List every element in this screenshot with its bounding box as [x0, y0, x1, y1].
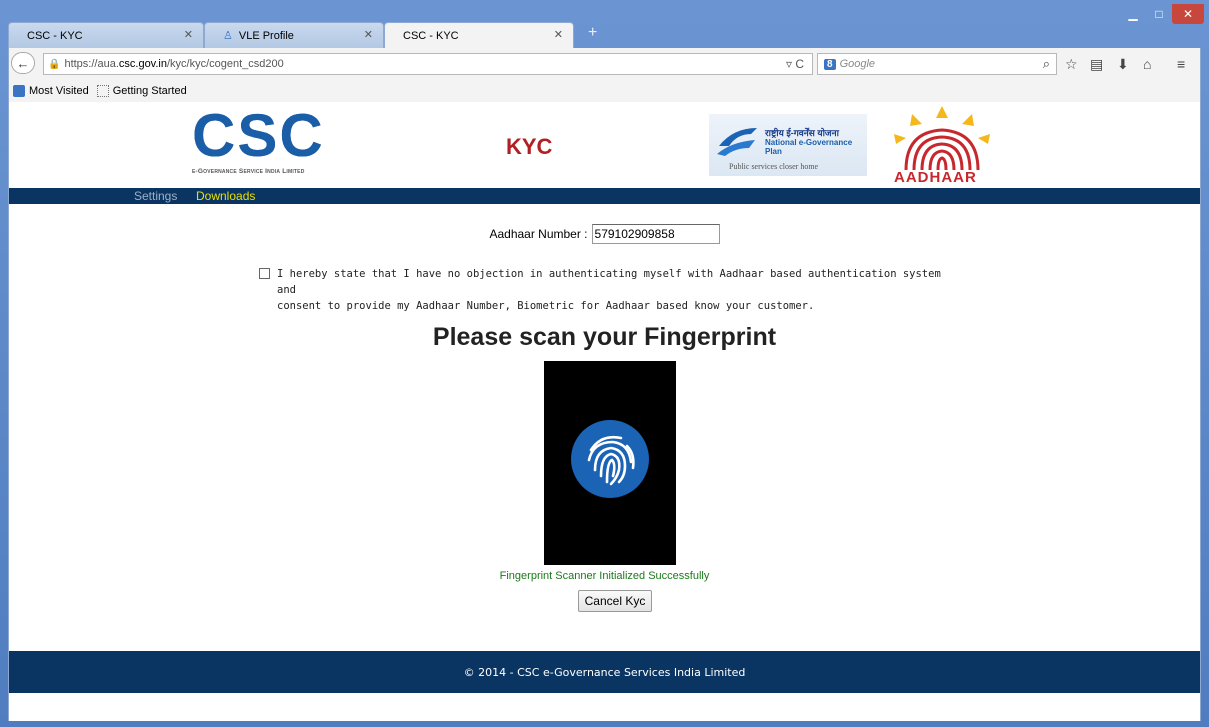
csc-logo-letter: C — [192, 102, 235, 169]
browser-window: ▁ □ ✕ CSC - KYC ✕ ♙ VLE Profile ✕ CSC - … — [0, 0, 1209, 727]
close-tab-icon[interactable]: ✕ — [184, 28, 193, 41]
url-path: /kyc/kyc/cogent_csd200 — [166, 58, 284, 70]
aadhaar-number-label: Aadhaar Number : — [489, 227, 588, 241]
fingerprint-scanner-preview — [544, 361, 676, 565]
google-icon: 8 — [824, 58, 836, 70]
csc-logo-letter: S — [237, 102, 277, 169]
tab-strip: CSC - KYC ✕ ♙ VLE Profile ✕ CSC - KYC ✕ … — [8, 22, 1008, 48]
egov-mark-icon — [717, 128, 757, 156]
page-icon — [96, 85, 109, 97]
site-nav: Settings Downloads — [9, 188, 1200, 204]
tab-csc-kyc-active[interactable]: CSC - KYC ✕ — [384, 22, 574, 48]
navigation-bar: ← 🔒 https://aua. csc.gov.in/kyc/kyc/cogen… — [8, 48, 1201, 80]
consent-checkbox[interactable] — [259, 268, 270, 279]
tab-title: CSC - KYC — [403, 29, 459, 42]
egov-english-text: National e-Governance Plan — [765, 138, 853, 156]
close-window-button[interactable]: ✕ — [1172, 4, 1204, 24]
csc-logo: C S C e-Governance Service India Limited — [192, 102, 367, 176]
bookmark-label: Getting Started — [112, 85, 187, 97]
footer-copyright: © 2014 - CSC e-Governance Services India… — [463, 665, 746, 679]
folder-icon — [13, 85, 25, 97]
aadhaar-number-input[interactable] — [591, 224, 720, 244]
reading-list-icon[interactable]: ▤ — [1090, 56, 1103, 73]
tab-title: VLE Profile — [238, 29, 294, 42]
aadhaar-logo: AADHAAR — [882, 104, 1002, 188]
nav-link-downloads[interactable]: Downloads — [196, 189, 255, 203]
consent-text-line-1: I hereby state that I have no objection … — [277, 268, 941, 296]
download-icon[interactable]: ⬇ — [1117, 56, 1129, 73]
reload-icon[interactable]: ▿ C — [786, 57, 804, 71]
page-title: KYC — [506, 134, 553, 159]
minimize-button[interactable]: ▁ — [1120, 4, 1146, 24]
home-icon[interactable]: ⌂ — [1143, 56, 1151, 72]
tab-title: CSC - KYC — [27, 29, 83, 42]
search-icon[interactable]: ⌕ — [1043, 56, 1050, 72]
tab-csc-kyc-1[interactable]: CSC - KYC ✕ — [8, 22, 204, 48]
consent-block: I hereby state that I have no objection … — [259, 266, 949, 314]
new-tab-icon[interactable]: + — [588, 24, 597, 42]
search-bar[interactable]: 8 Google ⌕ — [817, 53, 1057, 75]
page-header: C S C e-Governance Service India Limited… — [9, 102, 1200, 188]
maximize-button[interactable]: □ — [1146, 4, 1172, 24]
fingerprint-icon — [571, 420, 649, 498]
aadhaar-wordmark: AADHAAR — [894, 169, 977, 186]
bookmarks-bar: Most Visited Getting Started — [8, 80, 1201, 102]
close-tab-icon[interactable]: ✕ — [554, 28, 563, 41]
back-arrow-icon[interactable]: ← — [11, 52, 35, 74]
csc-logo-subtitle: e-Governance Service India Limited — [192, 168, 305, 175]
egov-tagline: Public services closer home — [729, 162, 819, 171]
nav-link-settings[interactable]: Settings — [134, 189, 177, 203]
csc-logo-letter: C — [279, 102, 322, 169]
cancel-kyc-button[interactable]: Cancel Kyc — [578, 590, 652, 612]
bookmark-label: Most Visited — [29, 85, 89, 97]
url-domain: csc.gov.in — [118, 58, 167, 70]
url-prefix: https://aua. — [64, 58, 119, 70]
aadhaar-fingerprint-icon — [894, 106, 990, 171]
search-placeholder: Google — [839, 58, 876, 70]
page-content: C S C e-Governance Service India Limited… — [8, 102, 1201, 721]
url-bar[interactable]: 🔒 https://aua. csc.gov.in/kyc/kyc/cogent_… — [43, 53, 813, 75]
page-footer: © 2014 - CSC e-Governance Services India… — [9, 651, 1200, 693]
bookmark-getting-started[interactable]: Getting Started — [96, 85, 187, 97]
user-icon: ♙ — [223, 30, 233, 42]
menu-icon[interactable]: ≡ — [1177, 56, 1185, 72]
bookmark-most-visited[interactable]: Most Visited — [13, 85, 89, 97]
egov-logo: राष्ट्रीय ई-गवर्नेंस योजना National e-Go… — [709, 114, 867, 176]
scan-heading: Please scan your Fingerprint — [432, 323, 777, 351]
close-tab-icon[interactable]: ✕ — [364, 28, 373, 41]
tab-vle-profile[interactable]: ♙ VLE Profile ✕ — [204, 22, 384, 48]
scanner-status-message: Fingerprint Scanner Initialized Successf… — [499, 570, 710, 582]
lock-icon: 🔒 — [48, 58, 61, 70]
bookmark-star-icon[interactable]: ☆ — [1065, 56, 1078, 73]
aadhaar-number-row: Aadhaar Number : — [9, 224, 1200, 244]
consent-text-line-2: consent to provide my Aadhaar Number, Bi… — [277, 300, 815, 312]
